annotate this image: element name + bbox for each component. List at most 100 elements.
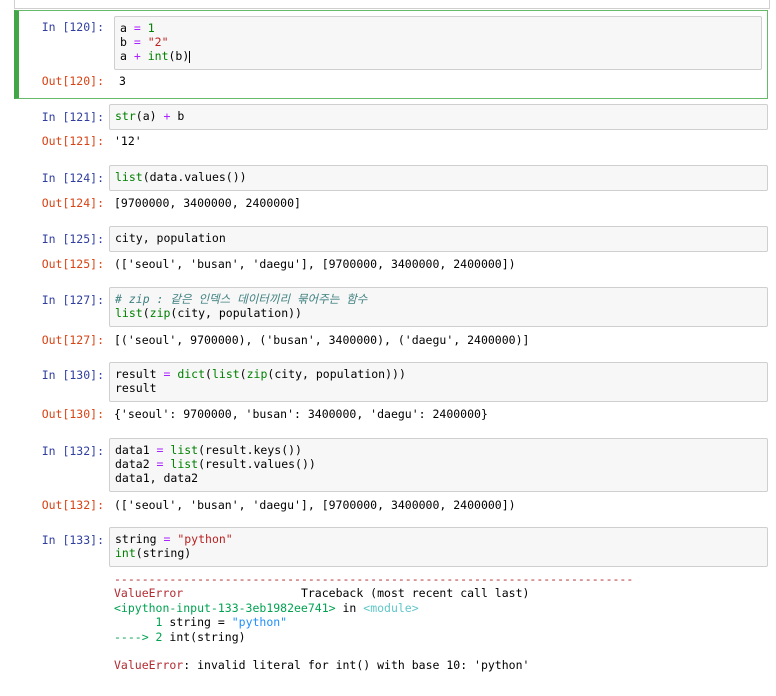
output-prompt: Out[127]: <box>41 333 104 347</box>
code-input[interactable]: a = 1 b = "2" a + int(b) <box>114 16 762 70</box>
code-input[interactable]: str(a) + b <box>109 104 768 130</box>
code-token: (data.values()) <box>142 170 247 184</box>
code-builtin: str <box>115 109 136 123</box>
error-message: : invalid literal for int() with base 10… <box>183 658 530 673</box>
code-token: data2 <box>115 457 150 471</box>
previous-cell-bottom[interactable] <box>14 0 770 9</box>
traceback-code: string <box>169 615 211 630</box>
traceback-header: Traceback (most recent call last) <box>183 586 530 601</box>
text-cursor <box>189 50 191 63</box>
code-string: "python" <box>177 532 233 546</box>
code-cell-125[interactable]: In [125]: city, population Out[125]: (['… <box>14 226 768 276</box>
error-traceback: ----------------------------------------… <box>114 572 633 673</box>
code-token: string <box>115 532 157 546</box>
traceback-module: <module> <box>363 600 419 615</box>
code-builtin: dict <box>177 367 206 381</box>
code-token: result <box>115 381 157 395</box>
code-token: ( <box>142 306 150 320</box>
code-token: b <box>177 109 185 123</box>
error-name: ValueError <box>114 586 184 601</box>
cell-output: 3 <box>119 74 126 88</box>
code-builtin: list <box>170 457 199 471</box>
code-cell-120[interactable]: In [120]: a = 1 b = "2" a + int(b) Out[1… <box>14 10 768 99</box>
traceback-arrow: ----> 2 <box>114 629 170 644</box>
input-prompt: In [132]: <box>41 444 104 458</box>
input-prompt: In [124]: <box>41 171 104 185</box>
code-token: ( <box>239 367 247 381</box>
output-prompt: Out[120]: <box>41 74 104 88</box>
traceback-code: int(string) <box>169 629 246 644</box>
code-operator: + <box>156 109 178 123</box>
input-prompt: In [127]: <box>41 293 104 307</box>
code-builtin: zip <box>246 367 268 381</box>
code-builtin: int <box>147 49 169 63</box>
traceback-rule: ----------------------------------------… <box>114 572 634 586</box>
code-input[interactable]: # zip : 같은 인덱스 데이터끼리 묶어주는 함수 list(zip(ci… <box>109 287 768 327</box>
input-prompt: In [120]: <box>41 20 104 34</box>
code-builtin: list <box>211 367 240 381</box>
code-input[interactable]: result = dict(list(zip(city, population)… <box>109 362 768 402</box>
output-prompt: Out[121]: <box>41 134 104 148</box>
code-token: city, population <box>115 231 226 245</box>
code-operator: = <box>126 21 148 35</box>
cell-output: {'seoul': 9700000, 'busan': 3400000, 'da… <box>114 407 488 421</box>
code-token: b <box>120 35 127 49</box>
traceback-code-string: "python" <box>231 615 288 630</box>
code-token: data1 <box>115 443 150 457</box>
traceback-input-ref: <ipython-input-133-3eb1982ee741> <box>114 600 336 615</box>
code-token: (string) <box>135 546 192 560</box>
code-input[interactable]: string = "python" int(string) <box>109 527 768 567</box>
code-cell-124[interactable]: In [124]: list(data.values()) Out[124]: … <box>14 165 768 215</box>
code-operator: = <box>126 35 148 49</box>
code-number: 1 <box>147 21 155 35</box>
traceback-line-number: 1 <box>114 615 170 630</box>
code-cell-130[interactable]: In [130]: result = dict(list(zip(city, p… <box>14 362 768 426</box>
cell-output: (['seoul', 'busan', 'daegu'], [9700000, … <box>114 257 516 271</box>
input-prompt: In [121]: <box>41 110 104 124</box>
code-builtin: list <box>170 443 199 457</box>
code-token: (a) <box>135 109 157 123</box>
code-operator: = <box>156 367 178 381</box>
cell-output: [9700000, 3400000, 2400000] <box>114 196 301 210</box>
output-prompt: Out[130]: <box>41 407 104 421</box>
code-input[interactable]: city, population <box>109 226 768 252</box>
code-operator: = <box>149 443 171 457</box>
output-prompt: Out[125]: <box>41 257 104 271</box>
code-token: data1, data2 <box>115 471 199 485</box>
code-input[interactable]: list(data.values()) <box>109 165 768 191</box>
cell-output: '12' <box>114 134 142 148</box>
code-cell-132[interactable]: In [132]: data1 = list(result.keys()) da… <box>14 438 768 516</box>
code-builtin: zip <box>149 306 171 320</box>
code-token: a <box>120 49 127 63</box>
output-prompt: Out[124]: <box>41 196 104 210</box>
code-token: ( <box>205 367 212 381</box>
cell-output: (['seoul', 'busan', 'daegu'], [9700000, … <box>114 498 516 512</box>
code-operator: = <box>156 532 178 546</box>
input-prompt: In [133]: <box>41 533 104 547</box>
code-operator: + <box>126 49 148 63</box>
code-cell-133[interactable]: In [133]: string = "python" int(string) … <box>14 527 768 677</box>
code-builtin: list <box>115 306 143 320</box>
code-string: "2" <box>147 35 169 49</box>
code-token: (city, population))) <box>267 367 406 381</box>
code-token: (city, population)) <box>170 306 302 320</box>
code-operator: = <box>149 457 171 471</box>
input-prompt: In [130]: <box>41 368 104 382</box>
code-cell-121[interactable]: In [121]: str(a) + b Out[121]: '12' <box>14 104 768 154</box>
output-prompt: Out[132]: <box>41 498 104 512</box>
error-final-name: ValueError <box>114 658 184 673</box>
code-input[interactable]: data1 = list(result.keys()) data2 = list… <box>109 438 768 492</box>
input-prompt: In [125]: <box>41 232 104 246</box>
code-token: (result.keys()) <box>198 443 302 457</box>
code-cell-127[interactable]: In [127]: # zip : 같은 인덱스 데이터끼리 묶어주는 함수 l… <box>14 287 768 351</box>
code-token: (b) <box>168 49 190 63</box>
traceback-code-op: = <box>210 615 232 630</box>
code-builtin: int <box>115 546 136 560</box>
traceback-in: in <box>335 600 364 615</box>
code-token: (result.values()) <box>198 457 316 471</box>
cell-output: [('seoul', 9700000), ('busan', 3400000),… <box>114 333 530 347</box>
code-builtin: list <box>115 170 143 184</box>
code-comment: # zip : 같은 인덱스 데이터끼리 묶어주는 함수 <box>115 292 368 306</box>
code-token: result <box>115 367 157 381</box>
code-token: a <box>120 21 127 35</box>
